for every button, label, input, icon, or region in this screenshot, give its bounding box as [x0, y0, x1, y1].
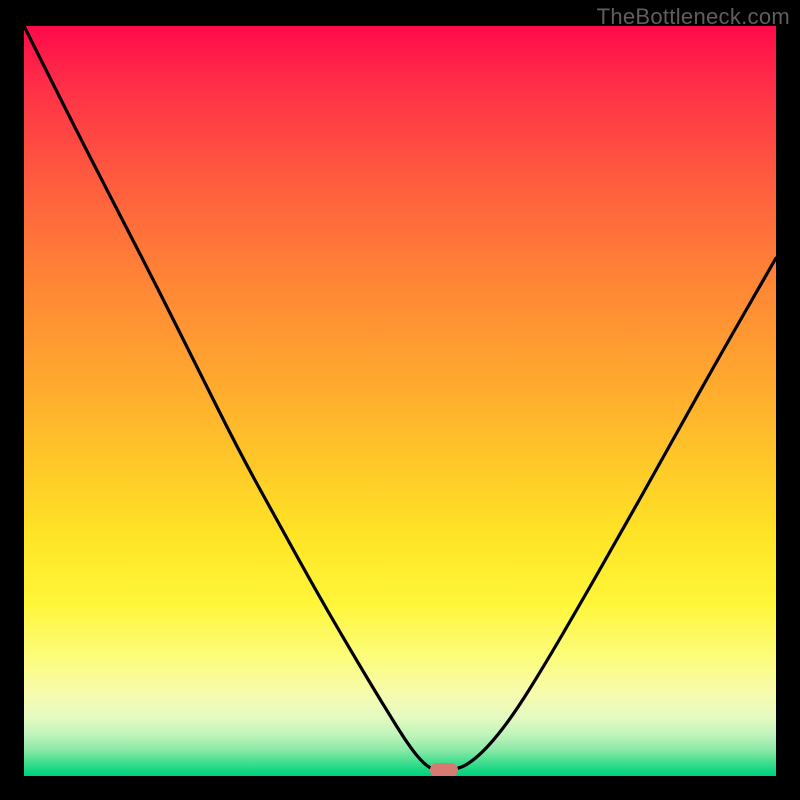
watermark-text: TheBottleneck.com [597, 4, 790, 30]
bottleneck-curve [24, 26, 776, 770]
curve-layer [24, 26, 776, 776]
optimal-point-marker [430, 763, 458, 776]
chart-frame: TheBottleneck.com [0, 0, 800, 800]
plot-area [24, 26, 776, 776]
